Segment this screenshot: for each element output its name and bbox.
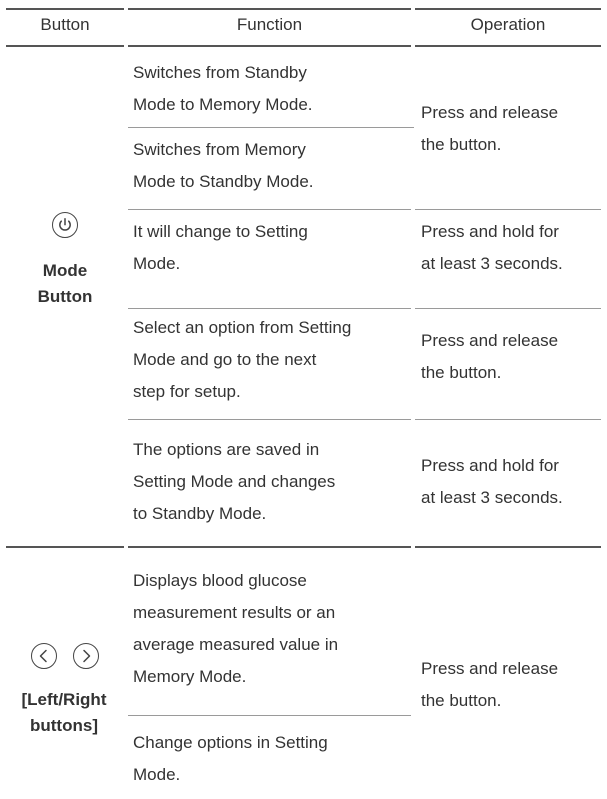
header-bottom-rule-function [128,45,411,47]
divider [415,308,601,309]
text-line: Press and release [421,103,559,122]
text-line: Switches from Standby [133,63,307,82]
chevron-right-icon [73,643,99,669]
text-line: Mode. [133,765,181,784]
text-line: Press and hold for [421,222,559,241]
text-line: step for setup. [133,382,241,401]
lr-row1-function: Displays blood glucose measurement resul… [133,565,338,693]
header-top-rule-function [128,8,411,10]
text-line: Memory Mode. [133,667,247,686]
mode-row1-2-operation: Press and release the button. [421,97,558,161]
divider [128,715,411,716]
header-button: Button [40,15,90,34]
left-right-buttons-label: [Left/Right buttons] [0,687,128,739]
text-line: Press and release [421,659,559,678]
lr-row2-function: Change options in Setting Mode. [133,727,328,791]
text-line: average measured value in [133,635,339,654]
header-top-rule-operation [415,8,601,10]
text-line: Select an option from Setting [133,318,352,337]
text-line: Switches from Memory [133,140,306,159]
divider [415,419,601,420]
text-line: measurement results or an [133,603,336,622]
divider [128,209,411,210]
text-line: at least 3 seconds. [421,254,563,273]
mode-row3-operation: Press and hold for at least 3 seconds. [421,216,563,280]
text-line: Mode to Memory Mode. [133,95,313,114]
chevron-left-icon [31,643,57,669]
divider [128,308,411,309]
lr-label-line2: buttons] [30,716,98,735]
text-line: Mode and go to the next [133,350,317,369]
text-line: Change options in Setting [133,733,328,752]
divider [128,127,414,128]
text-line: The options are saved in [133,440,320,459]
text-line: Displays blood glucose [133,571,307,590]
mode-row2-function: Switches from Memory Mode to Standby Mod… [133,134,314,198]
mode-label-line1: Mode [42,261,88,280]
mode-row5-operation: Press and hold for at least 3 seconds. [421,450,563,514]
mode-row4-function: Select an option from Setting Mode and g… [133,312,351,408]
power-icon [52,212,78,238]
text-line: Mode to Standby Mode. [133,172,314,191]
header-bottom-rule-button [6,45,124,47]
text-line: at least 3 seconds. [421,488,563,507]
header-top-rule-button [6,8,124,10]
mode-label-line2: Button [37,287,93,306]
mode-row1-function: Switches from Standby Mode to Memory Mod… [133,57,313,121]
header-function: Function [236,15,303,34]
mode-row5-function: The options are saved in Setting Mode an… [133,434,335,530]
text-line: the button. [421,363,502,382]
text-line: the button. [421,691,502,710]
text-line: to Standby Mode. [133,504,267,523]
header-operation: Operation [470,15,546,34]
group-divider [415,546,601,548]
lr-label-line1: [Left/Right [21,690,107,709]
text-line: Setting Mode and changes [133,472,336,491]
text-line: It will change to Setting [133,222,308,241]
group-divider [128,546,411,548]
text-line: the button. [421,135,502,154]
mode-button-label: Mode Button [6,258,124,310]
divider [415,209,601,210]
text-line: Press and release [421,331,559,350]
header-bottom-rule-operation [415,45,601,47]
text-line: Mode. [133,254,181,273]
divider [128,419,411,420]
text-line: Press and hold for [421,456,559,475]
group-divider [6,546,124,548]
mode-row3-function: It will change to Setting Mode. [133,216,308,280]
lr-operation: Press and release the button. [421,653,558,717]
mode-row4-operation: Press and release the button. [421,325,558,389]
